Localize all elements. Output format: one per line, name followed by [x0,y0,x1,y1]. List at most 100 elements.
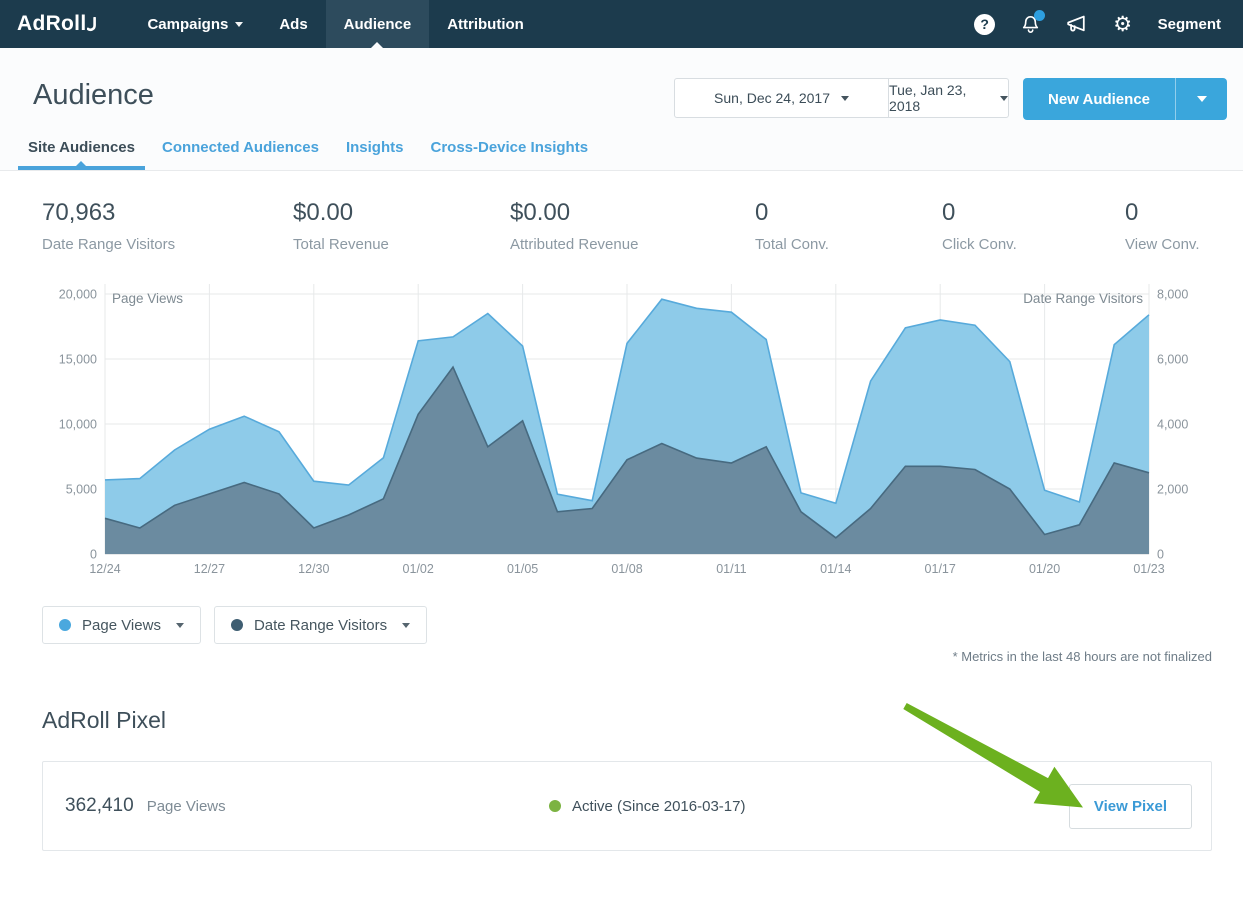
tab-cross-device-insights[interactable]: Cross-Device Insights [430,139,588,170]
stat-view-conv: 0 View Conv. [1125,199,1212,253]
stats-row: 70,963Date Range Visitors$0.00Total Reve… [0,171,1243,253]
top-nav: AdRoll Campaigns Ads Audience Attribution ? [0,0,1243,48]
legend-dot [59,619,71,631]
new-audience-button[interactable]: New Audience [1023,78,1175,120]
stat-value: 0 [942,199,1125,227]
x-axis-tick: 01/11 [716,562,746,576]
date-range-start[interactable]: Sun, Dec 24, 2017 [674,78,889,118]
stat-value: 70,963 [42,199,293,227]
nav-item-ads[interactable]: Ads [261,0,325,48]
nav-item-attribution[interactable]: Attribution [429,0,542,48]
left-axis-tick: 15,000 [59,353,97,367]
notifications-icon[interactable] [1008,0,1054,48]
stat-value: $0.00 [293,199,510,227]
new-audience-dropdown[interactable] [1175,78,1227,120]
tab-site-audiences[interactable]: Site Audiences [28,139,135,170]
x-axis-tick: 01/14 [820,562,851,576]
stat-label: Total Revenue [293,236,510,253]
tab-label: Insights [346,139,404,156]
right-axis-tick: 2,000 [1157,483,1188,497]
view-pixel-button[interactable]: View Pixel [1069,784,1192,829]
legend-dot [231,619,243,631]
notification-badge [1034,10,1045,21]
date-range-start-value: Sun, Dec 24, 2017 [714,90,830,106]
x-axis-tick: 12/24 [89,562,120,576]
stat-label: Date Range Visitors [42,236,293,253]
x-axis-tick: 01/23 [1133,562,1164,576]
date-range-end-value: Tue, Jan 23, 2018 [889,82,989,114]
tab-insights[interactable]: Insights [346,139,404,170]
metrics-footnote: * Metrics in the last 48 hours are not f… [0,649,1212,664]
tab-label: Site Audiences [28,139,135,156]
adroll-logo[interactable]: AdRoll [0,0,115,48]
legend-label: Page Views [82,617,161,634]
stat-attributed-revenue: $0.00 Attributed Revenue [510,199,755,253]
right-axis-tick: 8,000 [1157,288,1188,302]
adroll-logo-text: AdRoll [17,12,86,36]
nav-item-label: Campaigns [147,16,228,33]
right-axis-title: Date Range Visitors [1023,291,1143,306]
help-icon[interactable]: ? [962,0,1008,48]
left-axis-tick: 0 [90,548,97,562]
chart: 05,00010,00015,00020,00002,0004,0006,000… [0,280,1243,580]
right-axis-tick: 0 [1157,548,1164,562]
megaphone-icon [1064,12,1089,37]
chevron-down-icon [1000,96,1008,101]
date-range-end[interactable]: Tue, Jan 23, 2018 [888,78,1009,118]
stat-label: View Conv. [1125,236,1212,253]
left-axis-tick: 5,000 [66,483,97,497]
pixel-status-dot [549,800,561,812]
pixel-section-title: AdRoll Pixel [42,707,1243,734]
x-axis-tick: 01/17 [925,562,956,576]
legend-toggle-date-range-visitors[interactable]: Date Range Visitors [214,606,427,644]
tab-connected-audiences[interactable]: Connected Audiences [162,139,319,170]
left-axis-tick: 20,000 [59,288,97,302]
nav-item-label: Audience [344,16,412,33]
adroll-logo-tail-icon [87,17,97,33]
chevron-down-icon [841,96,849,101]
active-tab-underline [18,166,145,170]
pixel-status: Active (Since 2016-03-17) [226,798,1069,815]
chart-svg: 05,00010,00015,00020,00002,0004,0006,000… [0,280,1243,580]
x-axis-tick: 12/27 [194,562,225,576]
page-header: Audience Sun, Dec 24, 2017 Tue, Jan 23, … [0,48,1243,171]
segment-link[interactable]: Segment [1146,16,1235,33]
tab-label: Connected Audiences [162,139,319,156]
nav-item-audience[interactable]: Audience [326,0,430,48]
header-controls: Sun, Dec 24, 2017 Tue, Jan 23, 2018 New … [674,78,1227,120]
stat-value: 0 [755,199,942,227]
x-axis-tick: 01/20 [1029,562,1060,576]
stat-total-revenue: $0.00 Total Revenue [293,199,510,253]
tab-bar: Site Audiences Connected Audiences Insight… [28,139,615,170]
right-axis-tick: 4,000 [1157,418,1188,432]
gear-icon: ⚙ [1113,14,1132,35]
tab-label: Cross-Device Insights [430,139,588,156]
chart-legend: Page Views Date Range Visitors [42,606,1243,644]
left-axis-tick: 10,000 [59,418,97,432]
stat-click-conv: 0Click Conv. [942,199,1125,253]
stat-label: Total Conv. [755,236,942,253]
nav-item-label: Attribution [447,16,524,33]
stat-value: 0 [1125,199,1212,227]
pixel-card: 362,410 Page Views Active (Since 2016-03… [42,761,1212,851]
nav-item-label: Ads [279,16,307,33]
x-axis-tick: 12/30 [298,562,329,576]
page-views-label: Page Views [147,798,226,815]
nav-item-campaigns[interactable]: Campaigns [129,0,261,48]
announcements-icon[interactable] [1054,0,1100,48]
help-glyph: ? [974,14,995,35]
x-axis-tick: 01/02 [403,562,434,576]
legend-label: Date Range Visitors [254,617,387,634]
chevron-down-icon [1197,96,1207,102]
chevron-down-icon [235,22,243,27]
legend-toggle-page-views[interactable]: Page Views [42,606,201,644]
x-axis-tick: 01/08 [611,562,642,576]
settings-icon[interactable]: ⚙ [1100,0,1146,48]
new-audience-split-button: New Audience [1023,78,1227,120]
chevron-down-icon [402,623,410,628]
page-views-value: 362,410 [65,795,134,817]
left-axis-title: Page Views [112,291,183,306]
stat-label: Attributed Revenue [510,236,755,253]
stat-value: $0.00 [510,199,755,227]
x-axis-tick: 01/05 [507,562,538,576]
